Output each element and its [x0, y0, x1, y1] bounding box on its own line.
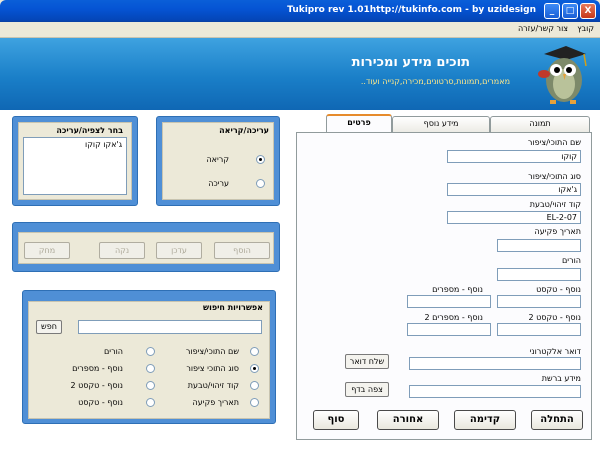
update-button[interactable]: עדכן	[156, 242, 202, 259]
view-panel-title: בחר לצפיה/עריכה	[56, 126, 123, 135]
next-button[interactable]: קדימה	[454, 410, 516, 430]
search-opt-type-radio[interactable]	[250, 364, 259, 373]
extra-numbers-field[interactable]	[407, 295, 491, 308]
maximize-button[interactable]: □	[562, 3, 578, 19]
search-opt-name-label: שם התוכי/ציפור	[185, 347, 239, 356]
read-radio[interactable]	[256, 155, 265, 164]
parents-label: הורים	[561, 256, 581, 265]
search-opt-name-radio[interactable]	[250, 347, 259, 356]
search-input[interactable]	[78, 320, 262, 334]
record-list[interactable]: ג'אקו קוקו	[23, 137, 127, 195]
code-field[interactable]: EL-2-07	[447, 211, 581, 224]
email-label: דואר אלקטרוני	[529, 347, 581, 356]
header-subtitle: ..מאמרים,תמונות,סרטונים,מכירה,קנייה ועוד	[360, 77, 510, 86]
tab-extra-info[interactable]: מידע נוסף	[392, 116, 490, 132]
search-opt-text2-label: נוסף - טקסט 2	[70, 381, 123, 390]
search-panel: אפשרויות חיפוש חפש שם התוכי/ציפור סוג הת…	[22, 290, 276, 424]
email-field[interactable]	[409, 357, 581, 370]
web-info-label: מידע ברשת	[541, 374, 581, 383]
search-opt-date-label: תאריך פקיעה	[192, 398, 239, 407]
search-opt-code-label: קוד זיהוי/טבעת	[187, 381, 239, 390]
extra-text2-label: נוסף - טקסט 2	[528, 313, 581, 322]
actions-panel: הוסף עדכן נקה מחק	[12, 222, 280, 272]
list-item[interactable]: ג'אקו קוקו	[85, 140, 122, 149]
view-page-button[interactable]: צפה בדף	[345, 382, 389, 397]
extra-numbers2-label: נוסף - מספרים 2	[424, 313, 483, 322]
minimize-button[interactable]: _	[544, 3, 560, 19]
view-panel: בחר לצפיה/עריכה ג'אקו קוקו	[12, 116, 138, 206]
details-form: שם התוכי/ציפור קוקו סוג התוכי/ציפור ג'אק…	[296, 132, 592, 440]
expiry-date-field[interactable]	[497, 239, 581, 252]
edit-label: עריכה	[208, 179, 229, 188]
window-title: Tukipro rev 1.01http://tukinfo.com - by …	[287, 5, 536, 15]
name-label: שם התוכי/ציפור	[527, 138, 581, 147]
type-label: סוג התוכי/ציפור	[528, 172, 581, 181]
extra-text-field[interactable]	[497, 295, 581, 308]
type-field[interactable]: ג'אקו	[447, 183, 581, 196]
name-field[interactable]: קוקו	[447, 150, 581, 163]
search-opt-parents-label: הורים	[103, 347, 123, 356]
search-opt-text-radio[interactable]	[146, 398, 155, 407]
app-header: תוכים מידע ומכירות ..מאמרים,תמונות,סרטונ…	[0, 38, 600, 110]
back-button[interactable]: אחורה	[377, 410, 439, 430]
delete-button[interactable]: מחק	[24, 242, 70, 259]
search-opt-parents-radio[interactable]	[146, 347, 155, 356]
mode-panel-title: עריכה/קריאה	[219, 126, 269, 135]
start-button[interactable]: התחלה	[531, 410, 583, 430]
parrot-logo-icon	[538, 46, 587, 104]
menu-bar: קובץ צור קשר/עזרה	[0, 22, 600, 38]
menu-help[interactable]: צור קשר/עזרה	[518, 24, 568, 33]
mode-panel: עריכה/קריאה קריאה עריכה	[156, 116, 280, 206]
search-button[interactable]: חפש	[36, 320, 62, 334]
read-label: קריאה	[206, 155, 229, 164]
extra-numbers2-field[interactable]	[407, 323, 491, 336]
end-button[interactable]: סוף	[313, 410, 359, 430]
code-label: קוד זיהוי/טבעת	[529, 200, 581, 209]
search-opt-date-radio[interactable]	[250, 398, 259, 407]
extra-text-label: נוסף - טקסט	[536, 285, 581, 294]
tab-details[interactable]: פרטים	[326, 114, 392, 133]
search-panel-title: אפשרויות חיפוש	[203, 303, 263, 312]
add-button[interactable]: הוסף	[214, 242, 270, 259]
menu-file[interactable]: קובץ	[577, 24, 594, 33]
web-info-field[interactable]	[409, 385, 581, 398]
header-title: תוכים מידע ומכירות	[351, 55, 470, 70]
parents-field[interactable]	[497, 268, 581, 281]
search-opt-text-label: נוסף - טקסט	[78, 398, 123, 407]
search-opt-type-label: סוג התוכי ציפור	[186, 364, 239, 373]
title-bar[interactable]: Tukipro rev 1.01http://tukinfo.com - by …	[0, 0, 600, 22]
clear-button[interactable]: נקה	[99, 242, 145, 259]
send-mail-button[interactable]: שלח דואר	[345, 354, 389, 369]
search-opt-numbers-label: נוסף - מספרים	[72, 364, 123, 373]
search-opt-text2-radio[interactable]	[146, 381, 155, 390]
search-opt-code-radio[interactable]	[250, 381, 259, 390]
search-opt-numbers-radio[interactable]	[146, 364, 155, 373]
edit-radio[interactable]	[256, 179, 265, 188]
extra-text2-field[interactable]	[497, 323, 581, 336]
extra-numbers-label: נוסף - מספרים	[432, 285, 483, 294]
close-button[interactable]: X	[580, 3, 596, 19]
expiry-date-label: תאריך פקיעה	[534, 227, 581, 236]
tab-image[interactable]: תמונה	[490, 116, 590, 132]
